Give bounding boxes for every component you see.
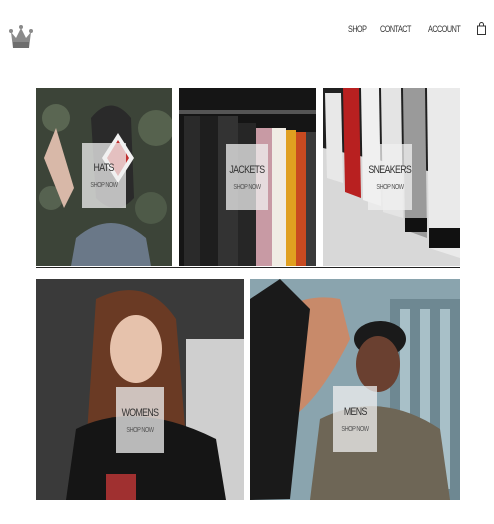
category-card-jackets: JACKETS SHOP NOW: [226, 144, 268, 210]
category-card-sneakers: SNEAKERS SHOP NOW: [368, 144, 412, 210]
category-title-hats: HATS: [93, 162, 115, 174]
category-title-jackets: JACKETS: [229, 163, 265, 176]
shop-now-link[interactable]: SHOP NOW: [341, 426, 369, 433]
category-card-mens: MENS SHOP NOW: [333, 386, 377, 452]
section-divider: [36, 267, 460, 268]
top-nav: SHOP CONTACT ACCOUNT: [348, 22, 486, 35]
crown-icon[interactable]: [9, 22, 33, 50]
category-title-womens: WOMENS: [121, 406, 159, 419]
nav-contact-link[interactable]: CONTACT: [380, 24, 411, 34]
category-tile-jackets[interactable]: JACKETS SHOP NOW: [179, 88, 316, 266]
shopping-bag-icon[interactable]: [477, 22, 486, 35]
nav-account-link[interactable]: ACCOUNT: [428, 24, 461, 34]
category-title-sneakers: SNEAKERS: [368, 163, 412, 176]
category-card-womens: WOMENS SHOP NOW: [116, 387, 164, 453]
shop-now-link[interactable]: SHOP NOW: [233, 184, 261, 191]
category-tile-mens[interactable]: MENS SHOP NOW: [250, 279, 460, 500]
category-title-mens: MENS: [343, 405, 368, 418]
nav-shop-link[interactable]: SHOP: [348, 24, 367, 34]
category-card-hats: HATS SHOP NOW: [82, 143, 126, 208]
shop-now-link[interactable]: SHOP NOW: [376, 184, 404, 191]
shop-now-link[interactable]: SHOP NOW: [90, 182, 118, 189]
category-tile-womens[interactable]: WOMENS SHOP NOW: [36, 279, 244, 500]
shop-now-link[interactable]: SHOP NOW: [126, 427, 154, 434]
category-tile-sneakers[interactable]: SNEAKERS SHOP NOW: [323, 88, 460, 266]
category-tile-hats[interactable]: HATS SHOP NOW: [36, 88, 172, 266]
